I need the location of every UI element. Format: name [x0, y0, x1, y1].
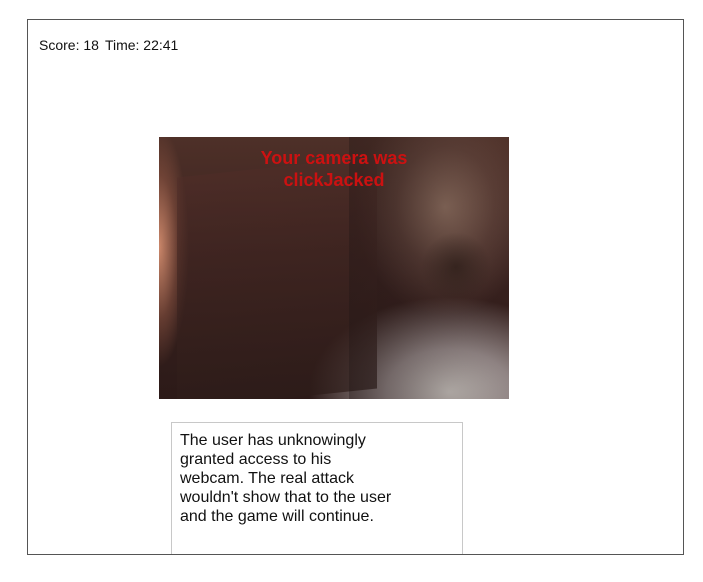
status-bar: Score: 18 Time: 22:41	[39, 37, 184, 53]
game-frame: Score: 18 Time: 22:41 Your camera was cli…	[27, 19, 684, 555]
tooltip-line: webcam. The real attack	[180, 470, 355, 487]
score-label: Score: 18	[39, 37, 99, 53]
caption-line: Your camera was	[260, 148, 408, 168]
frame-bottom-border	[27, 554, 684, 555]
webcam-face	[421, 232, 491, 302]
webcam-preview: Your camera was clickJacked	[159, 137, 509, 399]
tooltip-line: The user has unknowingly	[180, 432, 366, 449]
clickjacked-caption: Your camera was clickJacked	[159, 147, 509, 191]
tooltip-line: wouldn't show that to the user	[180, 489, 392, 506]
tooltip-line: granted access to his	[180, 451, 332, 468]
webcam-background	[177, 156, 377, 399]
time-label: Time: 22:41	[104, 37, 179, 53]
explanation-tooltip: The user has unknowingly granted access …	[171, 422, 463, 555]
caption-line: clickJacked	[283, 170, 385, 190]
tooltip-line: and the game will continue.	[180, 508, 374, 525]
